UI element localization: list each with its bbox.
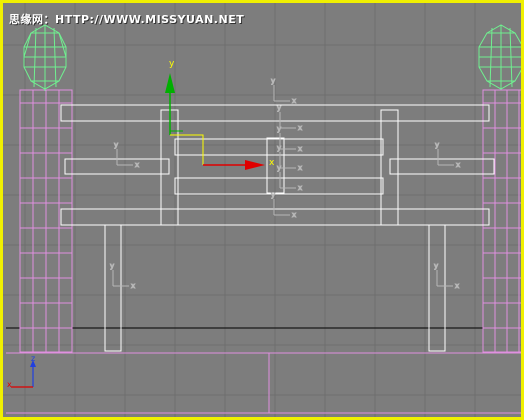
viewport-canvas[interactable]: yx yx yx yx yx yx yx yx yx yx y x z x	[3, 3, 524, 420]
transform-gizmo[interactable]: y x	[165, 59, 275, 170]
svg-text:x: x	[298, 124, 302, 132]
svg-text:y: y	[277, 164, 281, 172]
view-axis-z-label: z	[31, 354, 35, 363]
svg-text:y: y	[114, 141, 118, 149]
gizmo-x-label: x	[269, 158, 275, 168]
svg-text:x: x	[298, 164, 302, 172]
left-pillar-sphere-wireframe[interactable]	[23, 24, 67, 90]
svg-text:x: x	[456, 161, 460, 169]
svg-text:x: x	[298, 145, 302, 153]
svg-text:y: y	[271, 77, 275, 85]
svg-text:y: y	[277, 144, 281, 152]
svg-text:x: x	[135, 161, 139, 169]
ground-plane-wireframe[interactable]	[6, 352, 524, 414]
svg-text:y: y	[277, 125, 281, 133]
svg-text:y: y	[271, 191, 275, 199]
viewport-grid	[3, 3, 521, 417]
svg-text:y: y	[435, 141, 439, 149]
watermark-text: 思缘网：HTTP://WWW.MISSYUAN.NET	[9, 13, 245, 26]
gizmo-x-arrow-icon[interactable]	[245, 160, 265, 170]
object-pivot-axes: yx yx yx yx yx yx yx yx yx yx	[110, 77, 461, 291]
center-bottom-bar	[174, 177, 384, 195]
gizmo-y-label: y	[169, 59, 175, 69]
svg-text:x: x	[292, 211, 296, 219]
svg-text:y: y	[277, 104, 281, 112]
gizmo-y-arrow-icon[interactable]	[165, 73, 175, 93]
right-leg	[428, 224, 446, 352]
view-axis-tripod: z x	[7, 354, 36, 389]
front-viewport[interactable]: yx yx yx yx yx yx yx yx yx yx y x z x 思缘…	[0, 0, 524, 420]
view-axis-x-label: x	[7, 380, 12, 389]
right-pillar-sphere-wireframe[interactable]	[478, 24, 524, 90]
svg-text:x: x	[298, 184, 302, 192]
svg-text:x: x	[131, 282, 135, 290]
left-leg	[104, 224, 122, 352]
svg-text:x: x	[455, 282, 459, 290]
svg-text:y: y	[110, 262, 114, 270]
svg-text:x: x	[292, 97, 296, 105]
right-side-bar	[389, 158, 495, 175]
bench-wireframe[interactable]	[60, 104, 495, 352]
svg-text:y: y	[434, 262, 438, 270]
left-pillar-wireframe[interactable]	[19, 89, 73, 353]
